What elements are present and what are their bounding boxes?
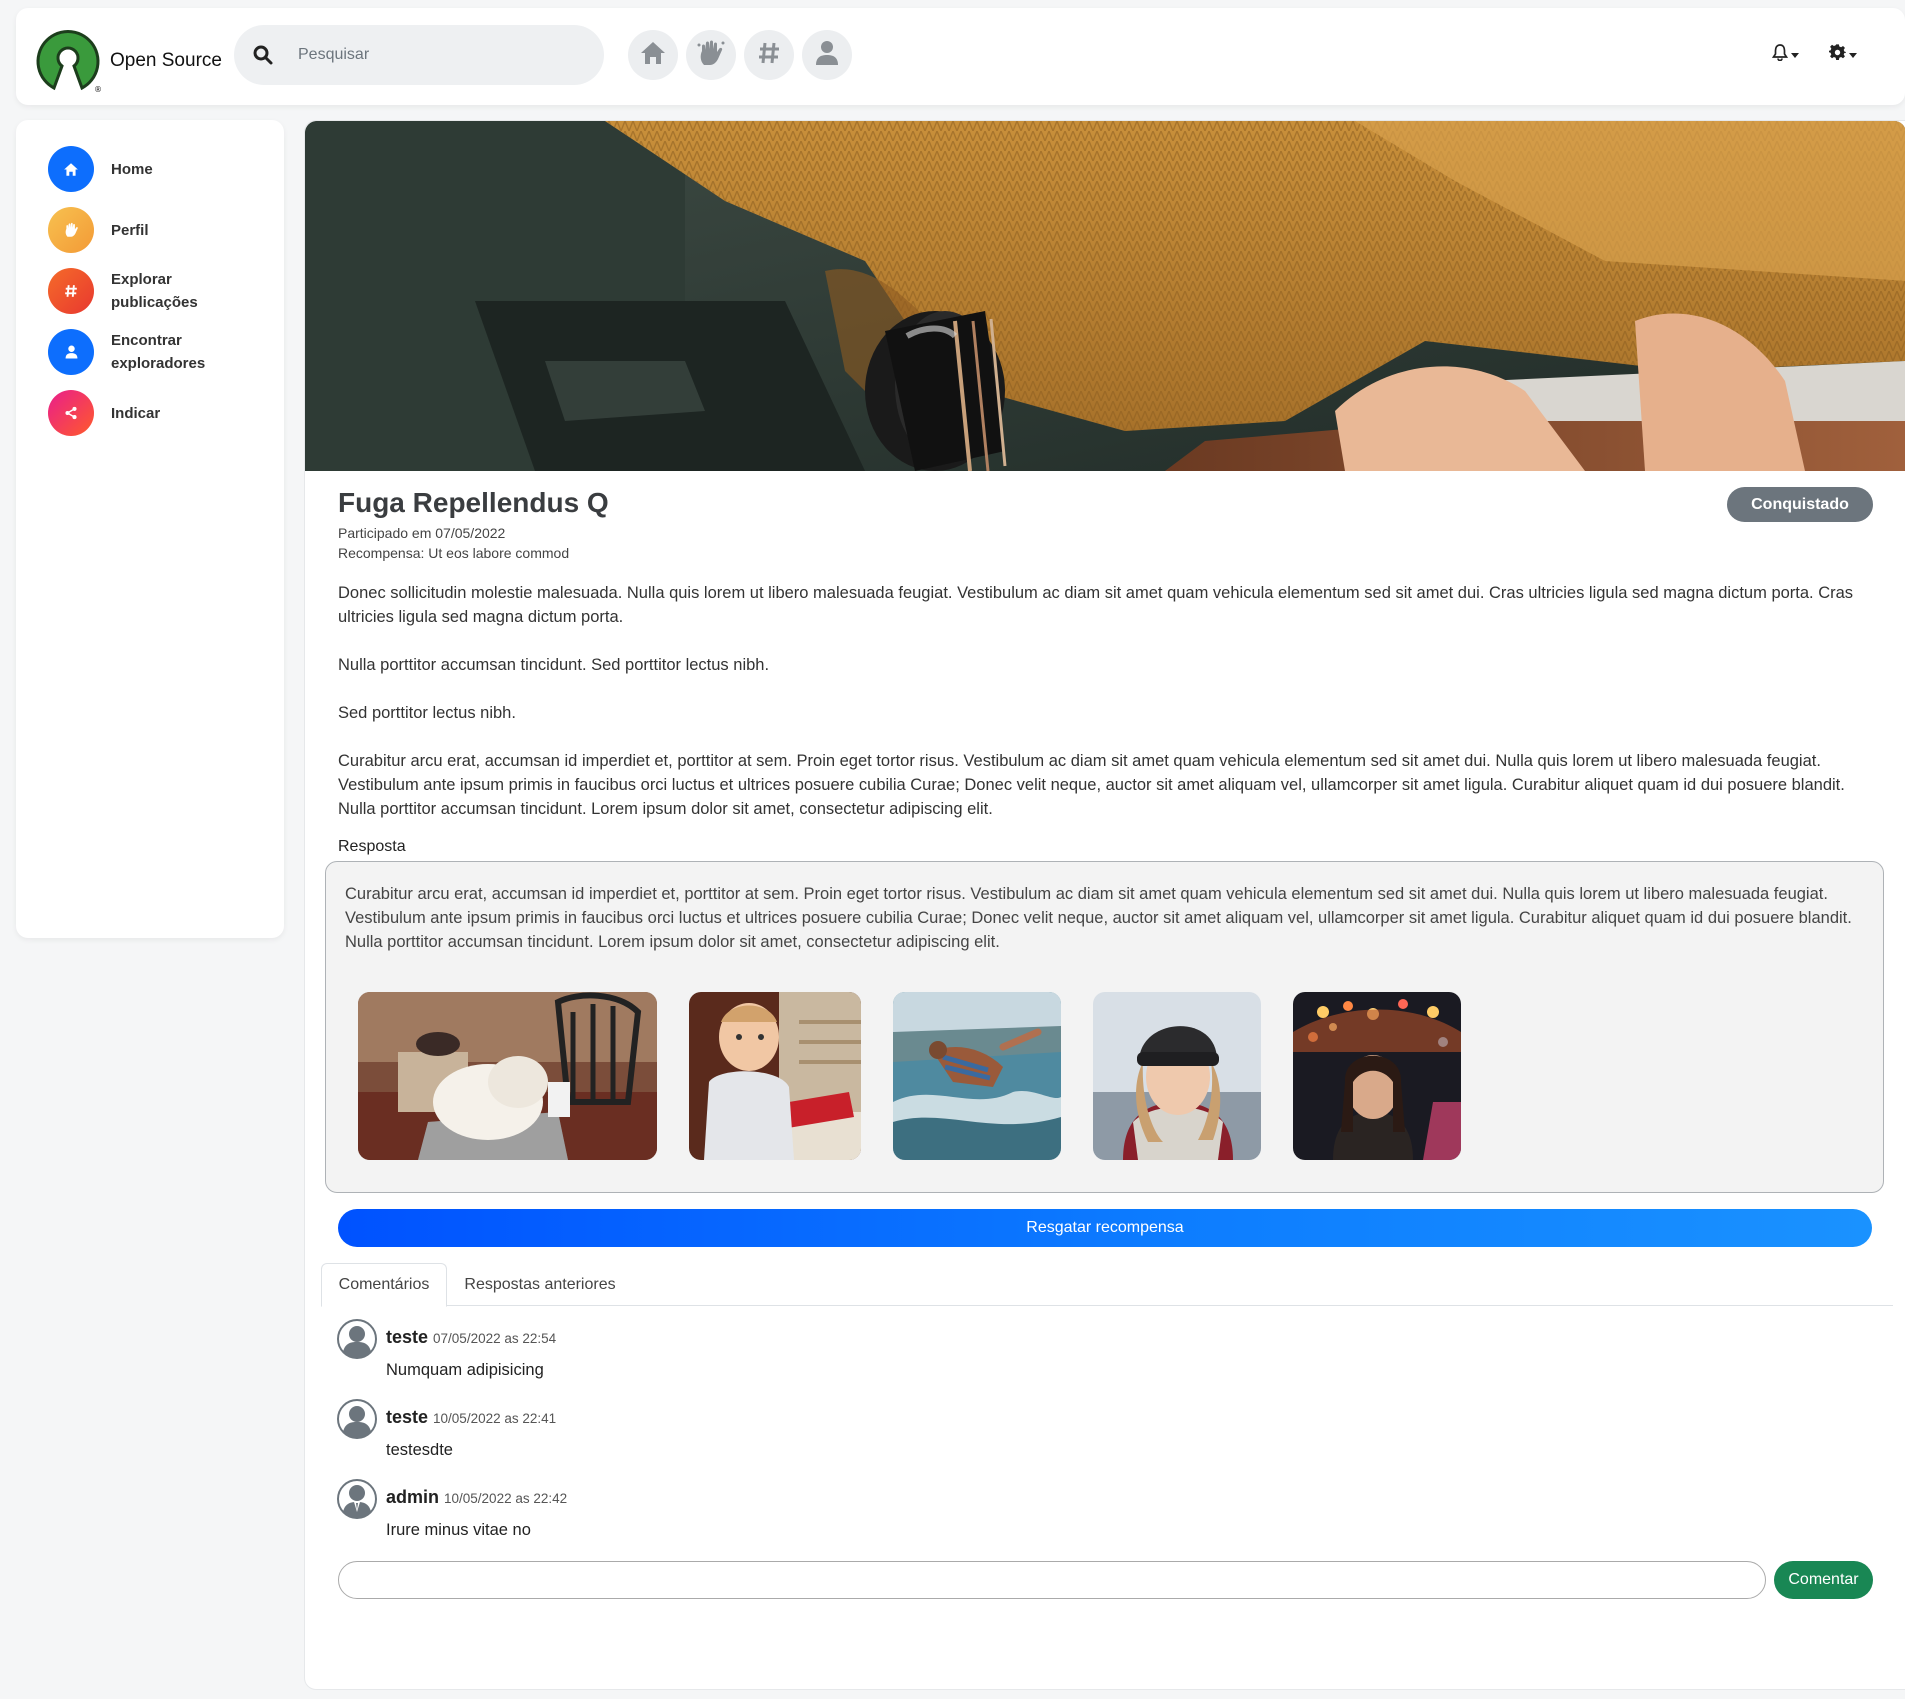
hand-icon: [48, 207, 94, 253]
search-input[interactable]: [298, 46, 578, 64]
sidebar-item-label: Encontrar exploradores: [111, 332, 206, 372]
sidebar-item-indicar[interactable]: Indicar: [48, 390, 284, 436]
nav-explore-button[interactable]: [744, 30, 794, 80]
brand[interactable]: ® Open Source: [32, 22, 222, 99]
description-paragraph: Donec sollicitudin molestie malesuada. N…: [338, 584, 1854, 626]
sidebar: Home Perfil Explorar publicações Encontr…: [16, 120, 284, 938]
sidebar-item-label: Perfil: [111, 221, 149, 239]
hand-icon: [696, 39, 726, 72]
share-icon: [48, 390, 94, 436]
chevron-down-icon: [1849, 52, 1857, 58]
redeem-reward-button[interactable]: Resgatar recompensa: [338, 1209, 1872, 1247]
avatar: [337, 1399, 377, 1439]
tab-respostas-anteriores[interactable]: Respostas anteriores: [447, 1263, 633, 1306]
comment-author: teste: [386, 1407, 429, 1427]
brand-name: Open Source: [110, 49, 222, 71]
challenge-card: Fuga Repellendus Q Participado em 07/05/…: [304, 120, 1905, 1690]
comment-text: Numquam adipisicing: [386, 1361, 544, 1379]
gear-icon: [1828, 44, 1847, 66]
nav-home-button[interactable]: [628, 30, 678, 80]
response-label: Resposta: [338, 838, 406, 855]
comment-input[interactable]: [338, 1561, 1766, 1599]
comment-author: teste: [386, 1327, 429, 1347]
sidebar-item-home[interactable]: Home: [48, 146, 284, 192]
response-image-woman-beanie[interactable]: [1093, 992, 1261, 1160]
top-nav-icons: [628, 30, 852, 80]
admin-avatar: [337, 1479, 377, 1519]
search-icon: [252, 44, 274, 66]
comment-text: Irure minus vitae no: [386, 1521, 531, 1539]
response-box: Curabitur arcu erat, accumsan id imperdi…: [325, 861, 1884, 1193]
participation-date: Participado em 07/05/2022: [338, 525, 506, 541]
status-badge: Conquistado: [1727, 487, 1873, 522]
sidebar-item-label: Explorar publicações: [111, 271, 198, 311]
hashtag-icon: [48, 268, 94, 314]
cover-image: [305, 121, 1905, 471]
challenge-description: Donec sollicitudin molestie malesuada. N…: [338, 581, 1878, 845]
response-image-woman-fair[interactable]: [1293, 992, 1461, 1160]
settings-dropdown[interactable]: [1828, 44, 1857, 66]
sidebar-item-perfil[interactable]: Perfil: [48, 207, 284, 253]
response-image-surf[interactable]: [893, 992, 1061, 1160]
tab-comentarios[interactable]: Comentários: [321, 1263, 447, 1307]
sidebar-item-label: Home: [111, 160, 153, 178]
description-paragraph: Curabitur arcu erat, accumsan id imperdi…: [338, 752, 1845, 818]
user-icon: [48, 329, 94, 375]
nav-users-button[interactable]: [802, 30, 852, 80]
home-icon: [48, 146, 94, 192]
response-image-baby[interactable]: [689, 992, 861, 1160]
top-navbar: ® Open Source: [16, 8, 1905, 105]
challenge-title: Fuga Repellendus Q: [338, 487, 609, 518]
comment-time: 07/05/2022 as 22:54: [433, 1331, 557, 1346]
description-paragraph: Sed porttitor lectus nibh.: [338, 704, 516, 722]
sidebar-item-encontrar[interactable]: Encontrar exploradores: [48, 329, 284, 375]
svg-text:®: ®: [94, 85, 102, 94]
avatar: [337, 1319, 377, 1359]
comment-time: 10/05/2022 as 22:42: [444, 1491, 568, 1506]
notifications-dropdown[interactable]: [1771, 44, 1799, 66]
comment-author: admin: [386, 1487, 440, 1507]
comment-time: 10/05/2022 as 22:41: [433, 1411, 557, 1426]
nav-challenges-button[interactable]: [686, 30, 736, 80]
description-paragraph: Nulla porttitor accumsan tincidunt. Sed …: [338, 656, 770, 674]
top-right-controls: [1771, 44, 1857, 66]
comments-tabs: Comentários Respostas anteriores: [321, 1263, 1893, 1307]
comment-text: testesdte: [386, 1441, 453, 1459]
open-source-logo: ®: [32, 22, 104, 99]
response-image-cat[interactable]: [358, 992, 657, 1160]
comment-submit-button[interactable]: Comentar: [1774, 1561, 1873, 1599]
reward-text: Recompensa: Ut eos labore commod: [338, 545, 570, 561]
search-bar: [234, 25, 604, 85]
chevron-down-icon: [1791, 52, 1799, 58]
sidebar-item-label: Indicar: [111, 404, 161, 422]
hashtag-icon: [757, 41, 781, 70]
response-text: Curabitur arcu erat, accumsan id imperdi…: [345, 885, 1852, 951]
bell-icon: [1771, 44, 1789, 66]
user-icon: [815, 40, 839, 71]
home-icon: [639, 40, 667, 71]
sidebar-item-explorar[interactable]: Explorar publicações: [48, 268, 284, 314]
